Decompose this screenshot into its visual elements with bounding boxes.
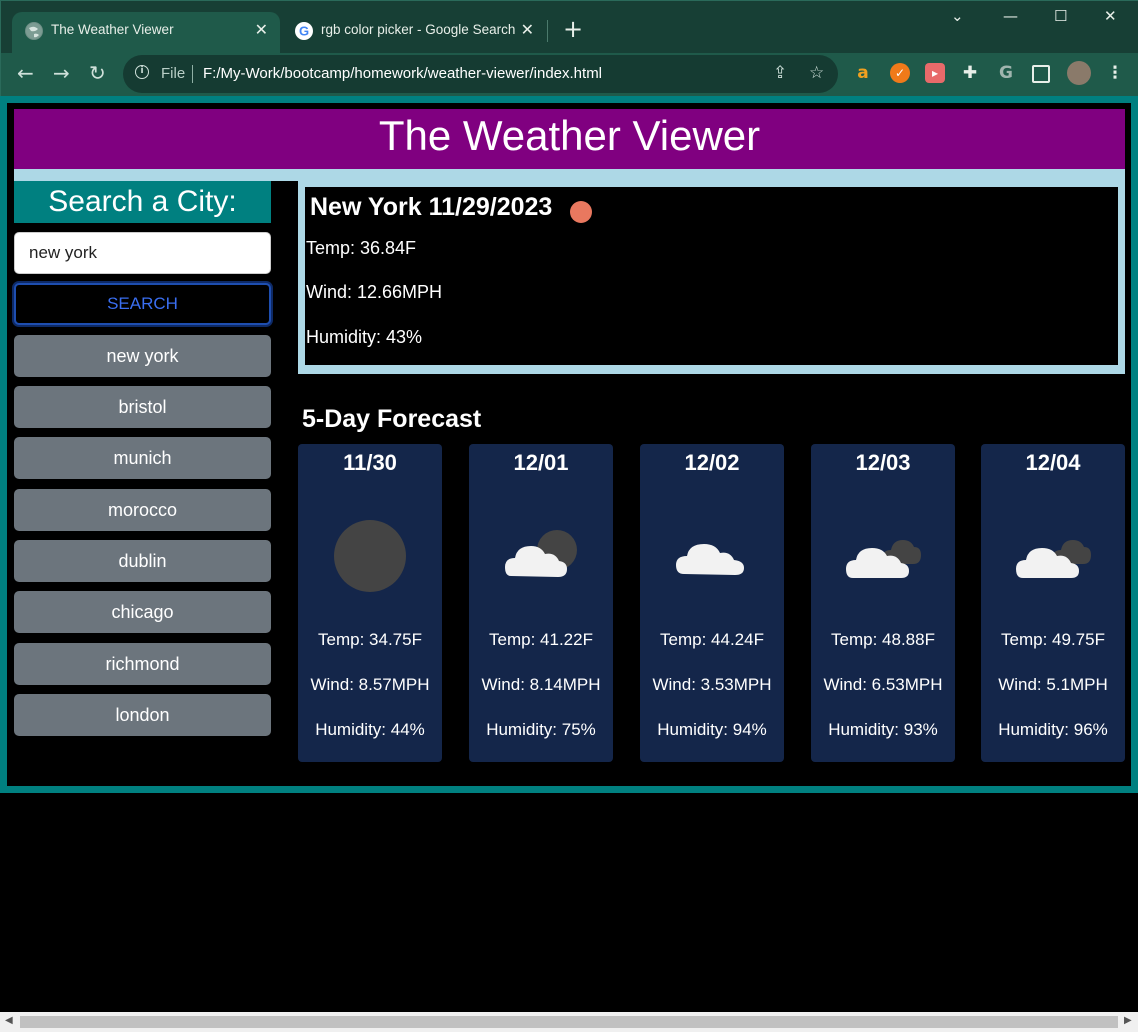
forecast-temp: Temp: 34.75F	[318, 630, 422, 649]
history-button-new-york[interactable]: new york	[14, 335, 271, 377]
info-icon[interactable]: i	[135, 65, 149, 79]
forecast-temp: Temp: 44.24F	[660, 630, 764, 649]
cloud-icon	[676, 544, 744, 575]
scrollbar-thumb[interactable]	[20, 1016, 1118, 1028]
back-arrow-icon[interactable]: ←	[17, 61, 34, 85]
page-frame: The Weather Viewer Search a City: SEARCH…	[0, 96, 1138, 793]
sun-icon	[570, 201, 592, 223]
browser-window-chrome: The Weather Viewer ✕ G rgb color picker …	[0, 0, 1138, 97]
history-button-dublin[interactable]: dublin	[14, 540, 271, 582]
forecast-card: 12/01 Temp: 41.22F Wind: 8.14MPH Humidit…	[469, 444, 613, 762]
extension-orange-icon[interactable]: ✓	[890, 63, 910, 83]
forecast-card: 12/02 Temp: 44.24F Wind: 3.53MPH Humidit…	[640, 444, 784, 762]
clouds-icon	[846, 540, 921, 578]
search-heading: Search a City:	[14, 181, 271, 223]
maximize-button[interactable]: ☐	[1054, 7, 1067, 25]
current-city-date: New York 11/29/2023	[310, 193, 553, 221]
forecast-date: 12/02	[684, 450, 740, 475]
tab-strip: The Weather Viewer ✕ G rgb color picker …	[1, 1, 1138, 53]
scroll-right-arrow-icon[interactable]: ▶	[1124, 1015, 1132, 1026]
forecast-wind: Wind: 8.57MPH	[310, 675, 430, 694]
page-body: The Weather Viewer Search a City: SEARCH…	[7, 103, 1131, 786]
address-scheme: File	[161, 65, 186, 82]
address-bar[interactable]: i File F:/My-Work/bootcamp/homework/weat…	[123, 55, 838, 93]
forecast-humidity: Humidity: 94%	[657, 720, 767, 739]
address-separator	[192, 65, 193, 83]
forecast-wind: Wind: 8.14MPH	[481, 675, 601, 694]
globe-icon	[25, 22, 43, 40]
menu-kebab-icon[interactable]: ⋮	[1105, 63, 1125, 83]
tab-close-icon[interactable]: ✕	[521, 20, 534, 39]
reload-icon[interactable]: ↻	[89, 61, 106, 85]
clouds-icon	[1016, 540, 1091, 578]
forecast-card: 12/04 Temp: 49.75F Wind: 5.1MPH Humidity…	[981, 444, 1125, 762]
bookmark-star-icon[interactable]: ☆	[809, 63, 824, 83]
extensions-puzzle-icon[interactable]: ✚	[960, 63, 980, 83]
tab-title: rgb color picker - Google Search	[321, 22, 516, 37]
forecast-card: 11/30 Temp: 34.75F Wind: 8.57MPH Humidit…	[298, 444, 442, 762]
history-button-morocco[interactable]: morocco	[14, 489, 271, 531]
forecast-wind: Wind: 6.53MPH	[823, 675, 943, 694]
forecast-wind: Wind: 5.1MPH	[998, 675, 1108, 694]
history-button-richmond[interactable]: richmond	[14, 643, 271, 685]
cloud-moon-icon	[505, 530, 577, 577]
app-header: The Weather Viewer	[14, 109, 1125, 169]
new-tab-button[interactable]: +	[563, 15, 583, 43]
forecast-humidity: Humidity: 93%	[828, 720, 938, 739]
side-panel-icon[interactable]	[1032, 65, 1050, 83]
browser-toolbar: ← → ↻ i File F:/My-Work/bootcamp/homewor…	[1, 53, 1138, 97]
tab-search-dropdown-icon[interactable]: ⌄	[951, 7, 964, 25]
forecast-date: 12/04	[1025, 450, 1081, 475]
forecast-date: 11/30	[343, 450, 397, 475]
tab-separator	[547, 20, 548, 42]
forecast-date: 12/01	[513, 450, 569, 475]
forecast-humidity: Humidity: 75%	[486, 720, 596, 739]
address-url[interactable]: F:/My-Work/bootcamp/homework/weather-vie…	[203, 65, 602, 82]
history-button-chicago[interactable]: chicago	[14, 591, 271, 633]
forward-arrow-icon[interactable]: →	[53, 61, 70, 85]
moon-icon	[334, 520, 406, 592]
forecast-heading: 5-Day Forecast	[302, 405, 482, 433]
history-button-munich[interactable]: munich	[14, 437, 271, 479]
forecast-humidity: Humidity: 44%	[315, 720, 425, 739]
google-icon: G	[295, 22, 313, 40]
profile-avatar[interactable]	[1067, 61, 1091, 85]
search-button[interactable]: SEARCH	[14, 283, 271, 325]
amazon-extension-icon[interactable]: a	[853, 63, 873, 83]
share-icon[interactable]: ⇪	[773, 63, 787, 83]
history-button-bristol[interactable]: bristol	[14, 386, 271, 428]
forecast-wind: Wind: 3.53MPH	[652, 675, 772, 694]
history-button-london[interactable]: london	[14, 694, 271, 736]
current-humidity: Humidity: 43%	[306, 327, 423, 347]
close-window-button[interactable]: ✕	[1104, 7, 1117, 25]
tab-google-search[interactable]: G rgb color picker - Google Search ✕	[282, 12, 546, 53]
forecast-temp: Temp: 41.22F	[489, 630, 593, 649]
forecast-card: 12/03 Temp: 48.88F Wind: 6.53MPH Humidit…	[811, 444, 955, 762]
current-weather-body: New York 11/29/2023 Temp: 36.84F Wind: 1…	[305, 187, 1118, 365]
current-temp: Temp: 36.84F	[306, 238, 417, 258]
grammarly-g-icon[interactable]: G	[996, 63, 1016, 83]
forecast-date: 12/03	[855, 450, 911, 475]
page-viewport: The Weather Viewer Search a City: SEARCH…	[0, 96, 1138, 1012]
forecast-humidity: Humidity: 96%	[998, 720, 1108, 739]
forecast-temp: Temp: 48.88F	[831, 630, 935, 649]
current-weather-card: New York 11/29/2023 Temp: 36.84F Wind: 1…	[298, 181, 1125, 374]
tab-weather-viewer[interactable]: The Weather Viewer ✕	[12, 12, 280, 53]
search-sidebar: Search a City: SEARCH new york bristol m…	[14, 181, 291, 781]
extension-record-icon[interactable]: ▸	[925, 63, 945, 83]
svg-text:G: G	[299, 24, 309, 39]
current-wind: Wind: 12.66MPH	[306, 282, 443, 302]
app-container: The Weather Viewer Search a City: SEARCH…	[14, 109, 1125, 781]
horizontal-scrollbar[interactable]: ◀ ▶	[0, 1012, 1138, 1032]
scroll-left-arrow-icon[interactable]: ◀	[5, 1015, 13, 1026]
minimize-button[interactable]: —	[1003, 7, 1018, 25]
forecast-temp: Temp: 49.75F	[1001, 630, 1105, 649]
city-search-input[interactable]	[14, 232, 271, 274]
tab-title: The Weather Viewer	[51, 22, 174, 37]
tab-close-icon[interactable]: ✕	[255, 20, 268, 39]
page-title: The Weather Viewer	[378, 112, 761, 159]
